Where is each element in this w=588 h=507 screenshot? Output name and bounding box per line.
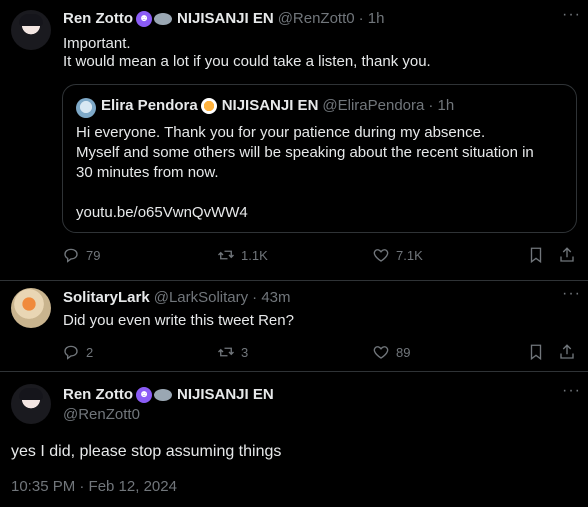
repost-count: 3 xyxy=(241,344,249,360)
tweet-reply-lark[interactable]: SolitaryLark @LarkSolitary · 43m ··· Did… xyxy=(0,281,588,371)
handle[interactable]: @LarkSolitary xyxy=(154,289,248,306)
reply-count: 79 xyxy=(86,247,101,263)
bookmark-button[interactable] xyxy=(527,343,551,361)
more-icon[interactable]: ··· xyxy=(562,285,581,303)
ufo-emoji-icon xyxy=(153,12,172,25)
quote-avatar[interactable] xyxy=(76,98,96,118)
tweet-text-line: It would mean a lot if you could take a … xyxy=(63,53,431,70)
quote-text-line: Hi everyone. Thank you for your patience… xyxy=(76,124,486,141)
quote-text-line: Myself and some others will be speaking … xyxy=(76,144,534,161)
reply-icon xyxy=(64,248,78,263)
like-button[interactable]: 89 xyxy=(372,343,410,361)
share-button[interactable] xyxy=(558,246,582,264)
avatar[interactable] xyxy=(11,384,51,424)
handle[interactable]: @RenZott0 xyxy=(63,405,140,425)
bookmark-icon xyxy=(530,247,542,264)
repost-icon xyxy=(218,250,234,260)
display-name[interactable]: SolitaryLark xyxy=(63,289,150,306)
display-name[interactable]: Ren Zotto xyxy=(63,10,133,27)
like-icon xyxy=(373,346,389,359)
repost-count: 1.1K xyxy=(241,247,268,263)
repost-icon xyxy=(218,347,234,357)
devil-emoji-icon: ☻ xyxy=(135,386,152,403)
sun-emoji-icon xyxy=(200,97,217,114)
more-icon[interactable]: ··· xyxy=(562,382,581,400)
affiliation: NIJISANJI EN xyxy=(176,386,274,403)
reply-count: 2 xyxy=(86,344,94,360)
affiliation: NIJISANJI EN xyxy=(176,10,274,27)
repost-button[interactable]: 1.1K xyxy=(217,246,268,264)
bookmark-button[interactable] xyxy=(527,246,551,264)
tweet-text: yes I did, please stop assuming things xyxy=(11,443,282,460)
like-icon xyxy=(373,249,389,262)
quote-tweet-card[interactable]: Elira Pendora NIJISANJI EN @EliraPendora… xyxy=(62,84,577,233)
bookmark-icon xyxy=(530,344,542,361)
like-button[interactable]: 7.1K xyxy=(372,246,423,264)
time[interactable]: · 1h xyxy=(359,10,385,27)
quote-affiliation: NIJISANJI EN xyxy=(221,97,319,114)
share-icon xyxy=(560,344,574,359)
devil-emoji-icon: ☻ xyxy=(135,10,152,27)
handle[interactable]: @RenZott0 xyxy=(278,10,355,27)
share-icon xyxy=(560,247,574,262)
quote-text-line: 30 minutes from now. xyxy=(76,164,219,181)
time[interactable]: · 43m xyxy=(252,289,290,306)
repost-button[interactable]: 3 xyxy=(217,343,248,361)
avatar[interactable] xyxy=(11,288,51,328)
avatar[interactable] xyxy=(11,10,51,50)
reply-button[interactable]: 79 xyxy=(62,246,100,264)
quote-time[interactable]: · 1h xyxy=(428,97,454,114)
tweet-text: Did you even write this tweet Ren? xyxy=(63,312,294,329)
ufo-emoji-icon xyxy=(153,388,172,401)
quote-handle[interactable]: @EliraPendora xyxy=(322,97,424,114)
display-name[interactable]: Ren Zotto xyxy=(63,386,133,403)
tweet-ren-1[interactable]: Ren Zotto ☻ NIJISANJI EN @RenZott0 · 1h … xyxy=(0,0,588,280)
share-button[interactable] xyxy=(558,343,582,361)
quote-display-name[interactable]: Elira Pendora xyxy=(101,97,198,114)
like-count: 7.1K xyxy=(396,247,423,263)
tweet-text-line: Important. xyxy=(63,35,131,52)
timestamp[interactable]: 10:35 PM · Feb 12, 2024 xyxy=(11,478,177,495)
reply-icon xyxy=(64,345,78,360)
like-count: 89 xyxy=(396,344,411,360)
more-icon[interactable]: ··· xyxy=(562,6,581,24)
quote-link[interactable]: youtu.be/o65VwnQvWW4 xyxy=(76,203,248,223)
reply-button[interactable]: 2 xyxy=(62,343,93,361)
